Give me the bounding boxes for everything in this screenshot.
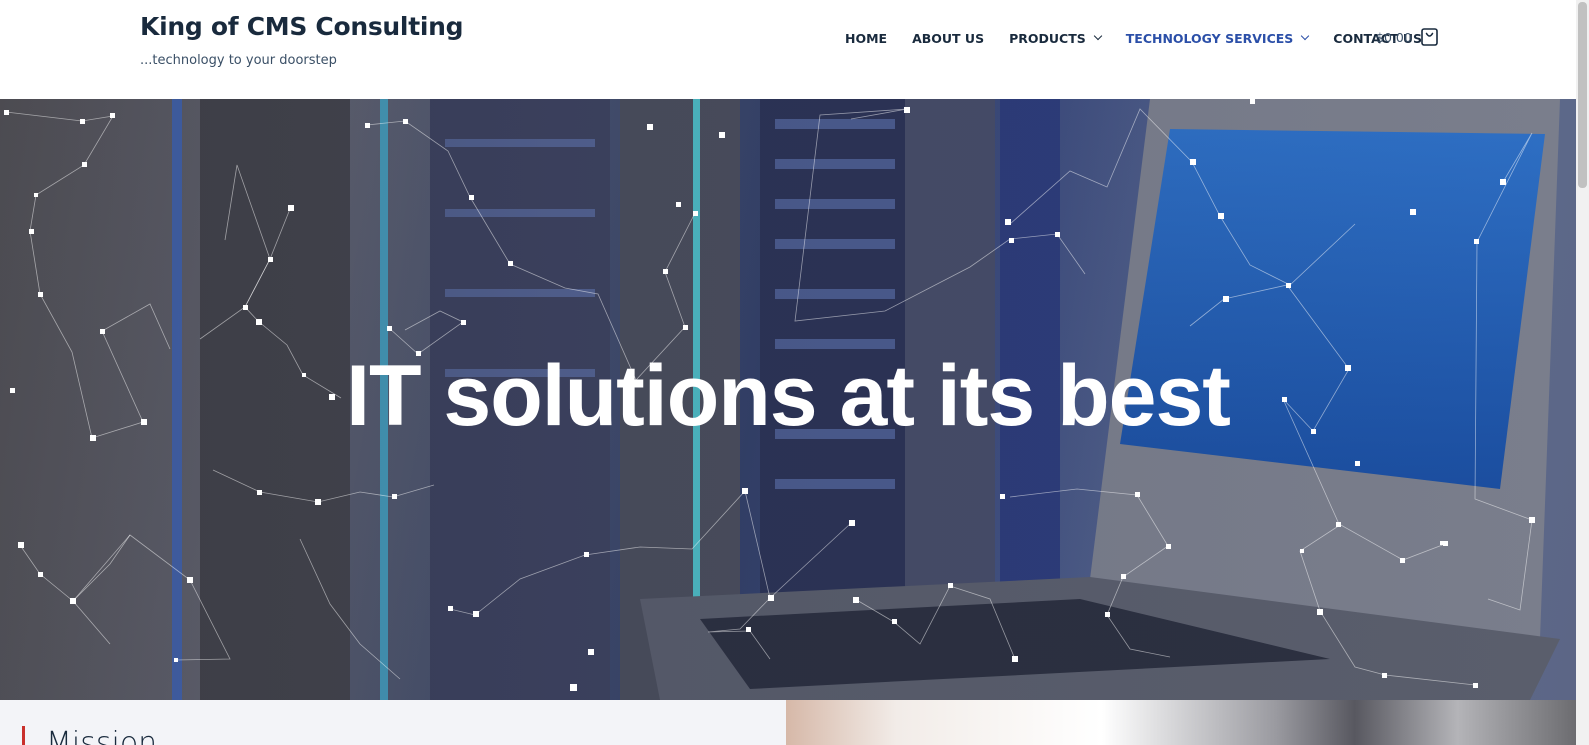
site-tagline: ...technology to your doorstep [140, 53, 337, 68]
cart-button[interactable]: $0.00 [1376, 28, 1438, 46]
nav-item-label: HOME [845, 30, 888, 46]
nav-item-about-us[interactable]: ABOUT US [912, 31, 984, 46]
shopping-bag-icon [1420, 28, 1438, 46]
site-title[interactable]: King of CMS Consulting [140, 12, 464, 41]
nav-item-technology-services[interactable]: TECHNOLOGY SERVICES [1125, 30, 1310, 46]
nav-item-label: ABOUT US [912, 30, 985, 46]
nav-item-products[interactable]: PRODUCTS [1009, 30, 1102, 46]
mission-section: Mission [0, 700, 786, 745]
scrollbar-thumb[interactable] [1578, 2, 1587, 188]
nav-item-label: PRODUCTS [1009, 30, 1086, 46]
chevron-down-icon [1301, 31, 1310, 41]
mission-title: Mission [46, 726, 158, 745]
page-scrollbar[interactable] [1576, 0, 1589, 745]
nav-item-label: TECHNOLOGY SERVICES [1125, 30, 1294, 46]
main-navigation: HOME ABOUT US PRODUCTS TECHNOLOGY SERVIC… [845, 28, 1422, 48]
hero-title: IT solutions at its best [346, 348, 1231, 444]
hero-banner: IT solutions at its best [0, 99, 1576, 700]
site-header: King of CMS Consulting ...technology to … [0, 0, 1576, 99]
mission-accent-bar [22, 726, 25, 745]
chevron-down-icon [1093, 31, 1102, 41]
nav-item-home[interactable]: HOME [845, 31, 887, 46]
mission-image [786, 700, 1576, 745]
cart-total: $0.00 [1376, 29, 1412, 45]
site-branding: King of CMS Consulting ...technology to … [140, 12, 464, 68]
